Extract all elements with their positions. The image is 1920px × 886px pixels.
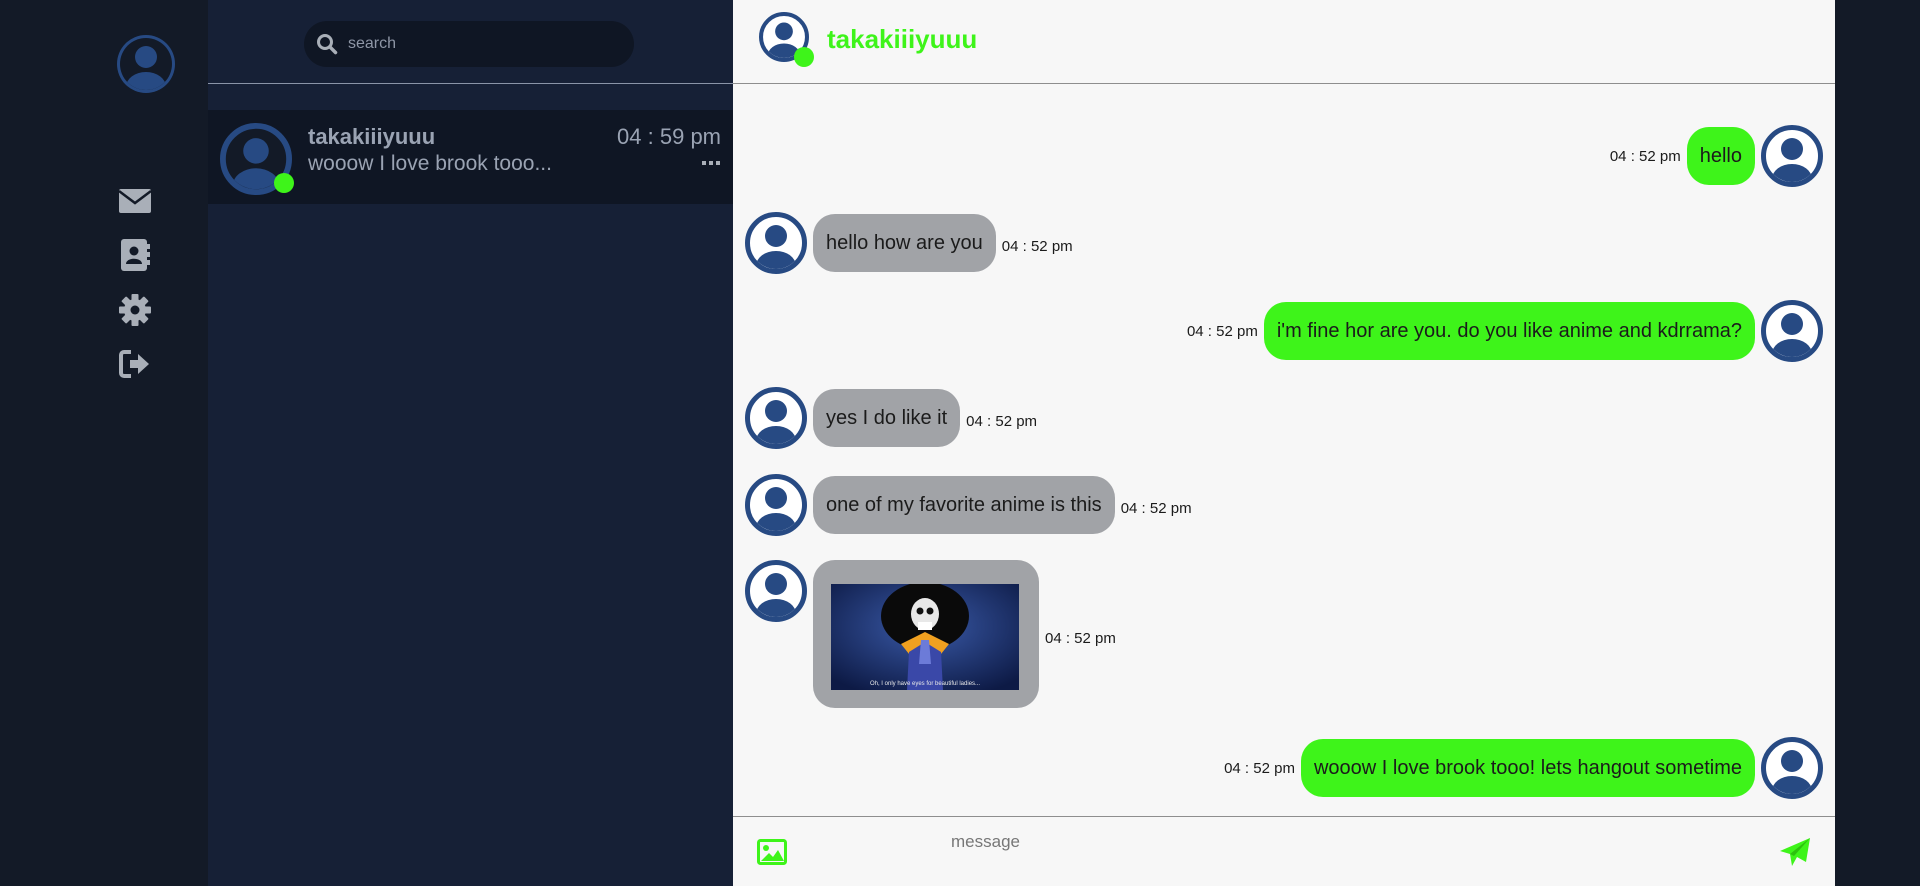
chat-header: takakiiiyuuu: [733, 0, 1835, 84]
message-time: 04 : 52 pm: [1224, 759, 1295, 777]
avatar-icon: [745, 212, 807, 274]
search-box: [304, 21, 634, 67]
online-status-dot: [794, 47, 814, 67]
message-time: 04 : 52 pm: [1120, 499, 1192, 517]
image-caption: Oh, I only have eyes for beautiful ladie…: [870, 681, 980, 687]
message-composer: [733, 816, 1835, 886]
chat-panel: takakiiiyuuu 04 : 52 pm hello hello how …: [733, 0, 1835, 886]
message-bubble: hello how are you: [813, 214, 996, 272]
message-time: 04 : 52 pm: [1001, 237, 1073, 255]
online-status-dot: [274, 173, 294, 193]
message-row-incoming: hello how are you 04 : 52 pm: [745, 212, 1073, 274]
user-avatar-icon[interactable]: [115, 33, 177, 95]
nav-rail: [0, 0, 208, 886]
message-bubble: yes I do like it: [813, 389, 961, 447]
anime-image[interactable]: Oh, I only have eyes for beautiful ladie…: [831, 584, 1019, 690]
conversation-item[interactable]: takakiiiyuuu 04 : 59 pm wooow I love bro…: [208, 110, 733, 204]
message-bubble: wooow I love brook tooo! lets hangout so…: [1300, 739, 1755, 797]
search-icon: [317, 34, 338, 55]
envelope-icon[interactable]: [118, 184, 152, 218]
message-row-incoming: yes I do like it 04 : 52 pm: [745, 387, 1037, 449]
message-time: 04 : 52 pm: [1045, 630, 1116, 647]
message-list: 04 : 52 pm hello hello how are you 04 : …: [733, 86, 1835, 816]
right-gutter: [1835, 0, 1920, 886]
message-row-incoming: Oh, I only have eyes for beautiful ladie…: [745, 560, 1116, 708]
search-input[interactable]: [348, 35, 598, 53]
conversation-time: 04 : 59 pm: [617, 124, 721, 149]
message-time: 04 : 52 pm: [966, 412, 1038, 430]
attach-image-icon[interactable]: [757, 839, 787, 865]
message-bubble: hello: [1686, 127, 1755, 185]
message-row-incoming: one of my favorite anime is this 04 : 52…: [745, 474, 1192, 536]
message-bubble: i'm fine hor are you. do you like anime …: [1263, 302, 1755, 360]
message-row-outgoing: 04 : 52 pm i'm fine hor are you. do you …: [1187, 300, 1823, 362]
conversation-list-panel: takakiiiyuuu 04 : 59 pm wooow I love bro…: [208, 0, 733, 886]
message-row-outgoing: 04 : 52 pm hello: [1610, 125, 1823, 187]
conversation-list-header: [208, 0, 733, 84]
chat-title: takakiiiyuuu: [827, 24, 978, 54]
sign-out-icon[interactable]: [118, 347, 152, 381]
avatar-icon: [745, 474, 807, 536]
avatar-icon: [745, 560, 807, 622]
message-bubble: one of my favorite anime is this: [813, 476, 1115, 534]
conversation-name: takakiiiyuuu: [308, 124, 436, 149]
message-input[interactable]: [951, 827, 1651, 857]
gear-icon[interactable]: [118, 293, 152, 327]
avatar-icon: [1761, 300, 1823, 362]
message-time: 04 : 52 pm: [1186, 322, 1258, 340]
message-time: 04 : 52 pm: [1609, 147, 1681, 165]
avatar-icon: [745, 387, 807, 449]
message-row-outgoing: 04 : 52 pm wooow I love brook tooo! lets…: [1224, 737, 1823, 799]
address-book-icon[interactable]: [118, 238, 152, 272]
send-icon[interactable]: [1779, 837, 1811, 867]
avatar-icon: [1761, 737, 1823, 799]
more-options-icon[interactable]: [701, 158, 721, 168]
image-message-bubble: Oh, I only have eyes for beautiful ladie…: [813, 560, 1039, 708]
avatar-icon: [1761, 125, 1823, 187]
conversation-preview: wooow I love brook tooo...: [308, 152, 552, 175]
